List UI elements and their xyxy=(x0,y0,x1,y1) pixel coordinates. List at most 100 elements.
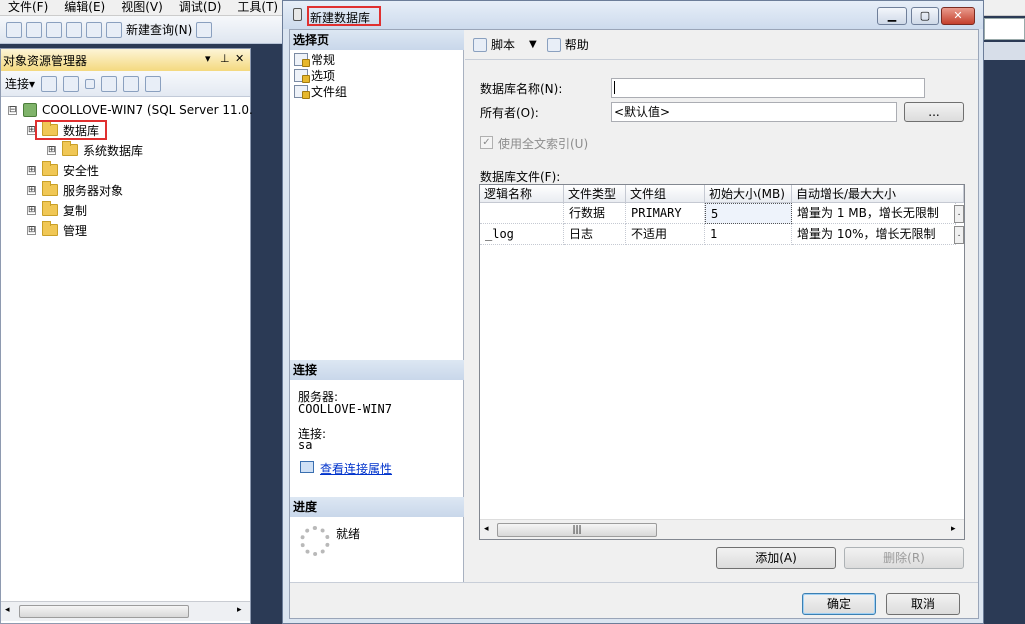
script-button[interactable]: 脚本 xyxy=(491,36,515,53)
connect-button[interactable]: 连接▾ xyxy=(5,75,35,92)
database-icon xyxy=(293,8,302,21)
tree-node-server-objects[interactable]: ⊞ 服务器对象 xyxy=(27,181,123,199)
database-files-label: 数据库文件(F): xyxy=(480,170,561,184)
connection-value: sa xyxy=(298,438,313,452)
filter-icon[interactable] xyxy=(101,75,118,92)
expand-icon[interactable]: ⊞ xyxy=(27,185,36,195)
maximize-button[interactable]: ▢ xyxy=(911,7,939,25)
add-file-button[interactable]: 添加(A) xyxy=(716,547,836,569)
autogrowth-edit-button[interactable]: . xyxy=(954,226,964,244)
column-autogrowth[interactable]: 自动增长/最大大小 xyxy=(792,185,964,203)
horizontal-scrollbar[interactable]: ◂ ▸ xyxy=(1,601,250,621)
tree-node-label: 服务器对象 xyxy=(63,183,124,198)
column-initial-size[interactable]: 初始大小(MB) xyxy=(705,185,792,203)
dropdown-icon[interactable]: ▾ xyxy=(205,52,211,65)
view-connection-properties-link[interactable]: 查看连接属性 xyxy=(320,460,392,477)
cell-initial-size[interactable]: 5 xyxy=(705,203,792,224)
new-database-dialog: 新建数据库 ▁ ▢ ✕ 选择页 常规 选项 文件组 连接 服务器: COOLLO… xyxy=(282,0,984,624)
stop-icon[interactable] xyxy=(85,78,96,89)
help-button[interactable]: 帮助 xyxy=(565,36,589,53)
cell-file-type: 行数据 xyxy=(564,203,626,224)
tree-node-label: COOLLOVE-WIN7 (SQL Server 11.0. xyxy=(42,103,253,117)
help-icon xyxy=(546,37,561,52)
expand-icon[interactable]: ⊞ xyxy=(27,225,36,235)
dialog-title-bar[interactable]: 新建数据库 ▁ ▢ ✕ xyxy=(283,1,983,29)
connect-icon[interactable] xyxy=(41,75,58,92)
highlight-box xyxy=(35,120,107,140)
tree-node-system-databases[interactable]: ⊞ 系统数据库 xyxy=(47,141,143,159)
new-project-icon[interactable] xyxy=(6,21,22,38)
connection-properties-icon xyxy=(300,461,314,473)
fulltext-label: 使用全文索引(U) xyxy=(498,137,589,151)
menu-debug[interactable]: 调试(D) xyxy=(171,0,230,15)
tree-node-server[interactable]: ⊟ COOLLOVE-WIN7 (SQL Server 11.0. xyxy=(8,101,253,119)
folder-icon xyxy=(42,201,58,216)
menu-edit[interactable]: 编辑(E) xyxy=(56,0,113,15)
script-icon xyxy=(473,37,487,52)
highlight-box xyxy=(307,6,381,26)
script-dropdown-icon[interactable]: ▼ xyxy=(529,39,537,50)
scroll-thumb[interactable]: ||| xyxy=(497,523,657,537)
scroll-right-icon[interactable]: ▸ xyxy=(237,605,242,615)
activity-monitor-icon[interactable] xyxy=(145,75,162,92)
dialog-button-bar: 确定 取消 xyxy=(290,582,978,618)
disconnect-icon[interactable] xyxy=(63,75,80,92)
tree-node-management[interactable]: ⊞ 管理 xyxy=(27,221,87,239)
tree-node-replication[interactable]: ⊞ 复制 xyxy=(27,201,87,219)
database-name-label: 数据库名称(N): xyxy=(480,82,563,96)
select-page-pane: 选择页 常规 选项 文件组 连接 服务器: COOLLOVE-WIN7 连接: … xyxy=(290,30,464,582)
menu-file[interactable]: 文件(F) xyxy=(0,0,56,15)
document-icon[interactable] xyxy=(196,21,213,38)
scroll-left-icon[interactable]: ◂ xyxy=(484,524,489,534)
menu-tools[interactable]: 工具(T) xyxy=(229,0,286,15)
save-all-icon[interactable] xyxy=(86,21,102,38)
refresh-icon[interactable] xyxy=(123,75,140,92)
column-filegroup[interactable]: 文件组 xyxy=(626,185,705,203)
tree-node-label: 复制 xyxy=(63,203,88,218)
tree-node-label: 管理 xyxy=(63,223,88,238)
close-button[interactable]: ✕ xyxy=(941,7,975,25)
ok-button[interactable]: 确定 xyxy=(802,593,876,615)
tree-node-security[interactable]: ⊞ 安全性 xyxy=(27,161,99,179)
page-general[interactable]: 常规 xyxy=(294,51,335,67)
server-value: COOLLOVE-WIN7 xyxy=(298,402,392,416)
folder-icon xyxy=(42,221,58,236)
save-icon[interactable] xyxy=(66,21,82,38)
progress-status: 就绪 xyxy=(336,527,361,541)
fulltext-checkbox[interactable]: ✓ xyxy=(480,136,493,149)
grid-horizontal-scrollbar[interactable]: ◂ ||| ▸ xyxy=(480,519,964,539)
database-files-grid: 逻辑名称 文件类型 文件组 初始大小(MB) 自动增长/最大大小 行数据 PRI… xyxy=(479,184,965,540)
column-file-type[interactable]: 文件类型 xyxy=(564,185,626,203)
cancel-button[interactable]: 取消 xyxy=(886,593,960,615)
cell-filegroup: 不适用 xyxy=(626,224,705,245)
dialog-client: 选择页 常规 选项 文件组 连接 服务器: COOLLOVE-WIN7 连接: … xyxy=(289,29,979,619)
expand-icon[interactable]: ⊞ xyxy=(47,145,56,155)
pin-icon[interactable]: ⊥ xyxy=(220,52,230,65)
cell-initial-size[interactable]: 1 xyxy=(705,224,792,245)
page-filegroups[interactable]: 文件组 xyxy=(294,83,347,99)
owner-browse-button[interactable]: ... xyxy=(904,102,964,122)
menu-view[interactable]: 视图(V) xyxy=(113,0,171,15)
remove-file-button[interactable]: 删除(R) xyxy=(844,547,964,569)
database-name-input[interactable] xyxy=(611,78,925,98)
open-file-icon[interactable] xyxy=(46,21,62,38)
scroll-right-icon[interactable]: ▸ xyxy=(951,524,956,534)
owner-input[interactable]: <默认值> xyxy=(611,102,897,122)
new-query-button[interactable]: 新建查询(N) xyxy=(126,21,192,38)
cell-filegroup[interactable]: PRIMARY xyxy=(626,203,705,224)
add-item-icon[interactable] xyxy=(26,21,42,38)
close-icon[interactable]: ✕ xyxy=(235,52,244,65)
folder-icon xyxy=(42,181,58,196)
cell-autogrowth: 增量为 10%，增长无限制 xyxy=(792,224,956,245)
expand-icon[interactable]: ⊞ xyxy=(27,165,36,175)
minimize-button[interactable]: ▁ xyxy=(877,7,907,25)
autogrowth-edit-button[interactable]: . xyxy=(954,205,964,223)
collapse-icon[interactable]: ⊟ xyxy=(8,105,17,115)
column-logical-name[interactable]: 逻辑名称 xyxy=(480,185,564,203)
scroll-left-icon[interactable]: ◂ xyxy=(5,605,10,615)
page-options[interactable]: 选项 xyxy=(294,67,335,83)
scroll-thumb[interactable] xyxy=(19,605,189,618)
cell-logical-name[interactable] xyxy=(480,203,564,224)
expand-icon[interactable]: ⊞ xyxy=(27,205,36,215)
cell-logical-name[interactable]: _log xyxy=(480,224,564,245)
